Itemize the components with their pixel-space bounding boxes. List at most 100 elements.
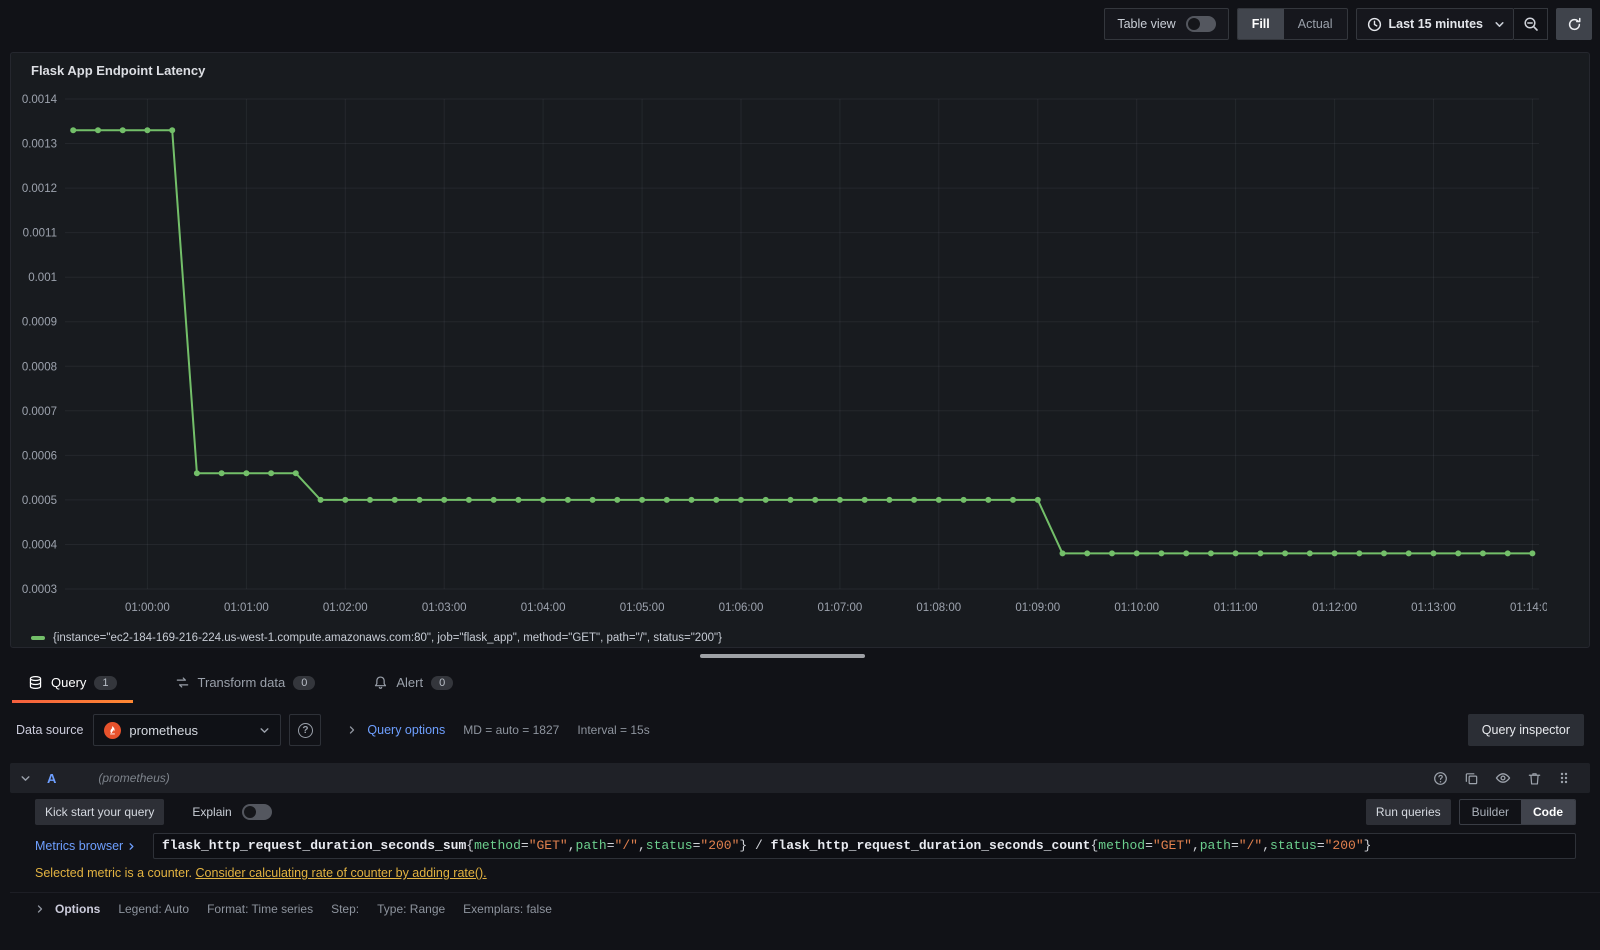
add-rate-link[interactable]: Consider calculating rate of counter by … <box>196 866 487 880</box>
svg-text:01:09:00: 01:09:00 <box>1015 602 1060 614</box>
datasource-toolbar: Data source prometheus ? Query options M… <box>16 713 1584 747</box>
legend-item[interactable]: {instance="ec2-184-169-216-224.us-west-1… <box>19 627 1581 647</box>
tab-label: Query <box>51 675 87 690</box>
svg-text:0.0012: 0.0012 <box>22 183 57 195</box>
drag-handle-icon[interactable] <box>1558 771 1570 785</box>
options-collapse-toggle[interactable]: Options <box>35 902 100 916</box>
run-queries-button[interactable]: Run queries <box>1365 799 1451 825</box>
actual-button[interactable]: Actual <box>1284 9 1347 39</box>
tab-transform-data[interactable]: Transform data 0 <box>159 666 332 703</box>
query-datasource-hint: (prometheus) <box>98 771 170 785</box>
chevron-right-icon <box>347 725 357 735</box>
panel-title: Flask App Endpoint Latency <box>31 63 206 78</box>
counter-warning: Selected metric is a counter. Consider c… <box>35 866 1576 880</box>
svg-text:01:02:00: 01:02:00 <box>323 602 368 614</box>
code-button[interactable]: Code <box>1521 800 1575 824</box>
tab-badge: 0 <box>293 675 316 690</box>
explain-toggle[interactable] <box>241 804 272 820</box>
toggle-knob <box>1187 18 1200 30</box>
metrics-browser-toggle[interactable]: Metrics browser <box>35 839 153 853</box>
table-view-control: Table view <box>1104 8 1229 40</box>
tab-alert[interactable]: Alert 0 <box>357 666 469 703</box>
series-label: {instance="ec2-184-169-216-224.us-west-1… <box>53 632 722 644</box>
option-step: Step: <box>331 902 360 916</box>
time-range-label: Last 15 minutes <box>1388 17 1483 31</box>
tab-label: Alert <box>396 675 424 690</box>
svg-text:0.0007: 0.0007 <box>22 406 57 418</box>
option-legend: Legend: Auto <box>118 902 190 916</box>
datasource-select[interactable]: prometheus <box>93 714 282 746</box>
bell-icon <box>373 675 388 690</box>
fill-button[interactable]: Fill <box>1237 9 1284 39</box>
interval-stat: Interval = 15s <box>577 723 650 737</box>
datasource-label: Data source <box>16 723 84 737</box>
tab-badge: 0 <box>431 675 454 690</box>
help-icon[interactable] <box>1433 771 1448 786</box>
svg-text:01:05:00: 01:05:00 <box>620 602 665 614</box>
svg-text:01:00:00: 01:00:00 <box>125 602 170 614</box>
svg-text:01:10:00: 01:10:00 <box>1114 602 1159 614</box>
svg-text:01:12:00: 01:12:00 <box>1312 602 1357 614</box>
option-exemplars: Exemplars: false <box>463 902 552 916</box>
transform-icon <box>175 675 190 690</box>
explain-label: Explain <box>192 805 232 819</box>
svg-text:0.0011: 0.0011 <box>23 228 57 240</box>
chevron-right-icon <box>35 904 45 914</box>
metrics-browser-label: Metrics browser <box>35 839 124 853</box>
chevron-down-icon <box>1494 19 1505 30</box>
svg-text:01:08:00: 01:08:00 <box>916 602 961 614</box>
kick-start-query-button[interactable]: Kick start your query <box>35 799 165 825</box>
database-icon <box>28 675 43 690</box>
table-view-toggle[interactable] <box>1185 16 1216 32</box>
series-color-swatch <box>31 636 45 640</box>
refresh-button[interactable] <box>1556 8 1592 40</box>
duplicate-icon[interactable] <box>1464 771 1479 786</box>
max-data-points-stat: MD = auto = 1827 <box>463 723 560 737</box>
builder-button[interactable]: Builder <box>1460 800 1521 824</box>
svg-text:01:11:00: 01:11:00 <box>1214 602 1258 614</box>
option-format: Format: Time series <box>207 902 314 916</box>
svg-text:01:01:00: 01:01:00 <box>224 602 269 614</box>
query-editor-body: Kick start your query Explain Run querie… <box>10 799 1600 916</box>
tab-badge: 1 <box>94 675 117 690</box>
promql-query-input[interactable]: flask_http_request_duration_seconds_sum{… <box>153 833 1576 859</box>
query-options-toggle[interactable]: Query options <box>347 723 445 737</box>
datasource-help-button[interactable]: ? <box>289 714 322 746</box>
options-label: Options <box>55 902 101 916</box>
svg-text:0.0008: 0.0008 <box>22 361 57 373</box>
eye-icon[interactable] <box>1495 770 1511 786</box>
query-editor-toolbar: Kick start your query Explain Run querie… <box>35 799 1576 825</box>
zoom-out-button[interactable] <box>1514 8 1548 40</box>
prometheus-icon <box>104 721 122 739</box>
svg-text:0.0003: 0.0003 <box>22 584 57 596</box>
latency-chart: 0.0014 0.0013 0.0012 0.0011 0.001 0.0009 0.000… <box>22 94 1547 614</box>
option-type: Type: Range <box>377 902 446 916</box>
svg-text:01:04:00: 01:04:00 <box>521 602 566 614</box>
table-view-label: Table view <box>1117 17 1176 31</box>
query-row-header[interactable]: A (prometheus) <box>10 763 1590 793</box>
tab-query[interactable]: Query 1 <box>12 666 133 703</box>
svg-text:01:06:00: 01:06:00 <box>719 602 764 614</box>
warning-text: Selected metric is a counter. <box>35 866 193 880</box>
horizontal-scrollbar[interactable] <box>700 654 865 658</box>
editor-tabs: Query 1 Transform data 0 Alert 0 <box>12 666 1600 703</box>
tab-label: Transform data <box>197 675 286 690</box>
svg-text:0.0005: 0.0005 <box>22 495 57 507</box>
toggle-knob <box>243 806 256 818</box>
svg-text:0.0006: 0.0006 <box>22 450 57 462</box>
svg-text:01:07:00: 01:07:00 <box>818 602 863 614</box>
explain-control: Explain <box>192 804 272 820</box>
query-inspector-button[interactable]: Query inspector <box>1467 714 1584 746</box>
timeseries-panel: Flask App Endpoint Latency 0.0014 0.0013 0… <box>10 52 1590 648</box>
svg-text:0.0014: 0.0014 <box>22 94 58 106</box>
svg-text:01:14:00: 01:14:00 <box>1510 602 1547 614</box>
chevron-down-icon[interactable] <box>20 773 31 784</box>
svg-text:01:03:00: 01:03:00 <box>422 602 467 614</box>
svg-text:0.0004: 0.0004 <box>22 540 58 552</box>
trash-icon[interactable] <box>1527 771 1542 786</box>
svg-text:0.0013: 0.0013 <box>22 139 57 151</box>
time-range-picker[interactable]: Last 15 minutes <box>1355 8 1514 40</box>
svg-text:0.0009: 0.0009 <box>22 317 57 329</box>
refresh-icon <box>1567 17 1582 32</box>
query-options-label: Query options <box>367 723 446 737</box>
